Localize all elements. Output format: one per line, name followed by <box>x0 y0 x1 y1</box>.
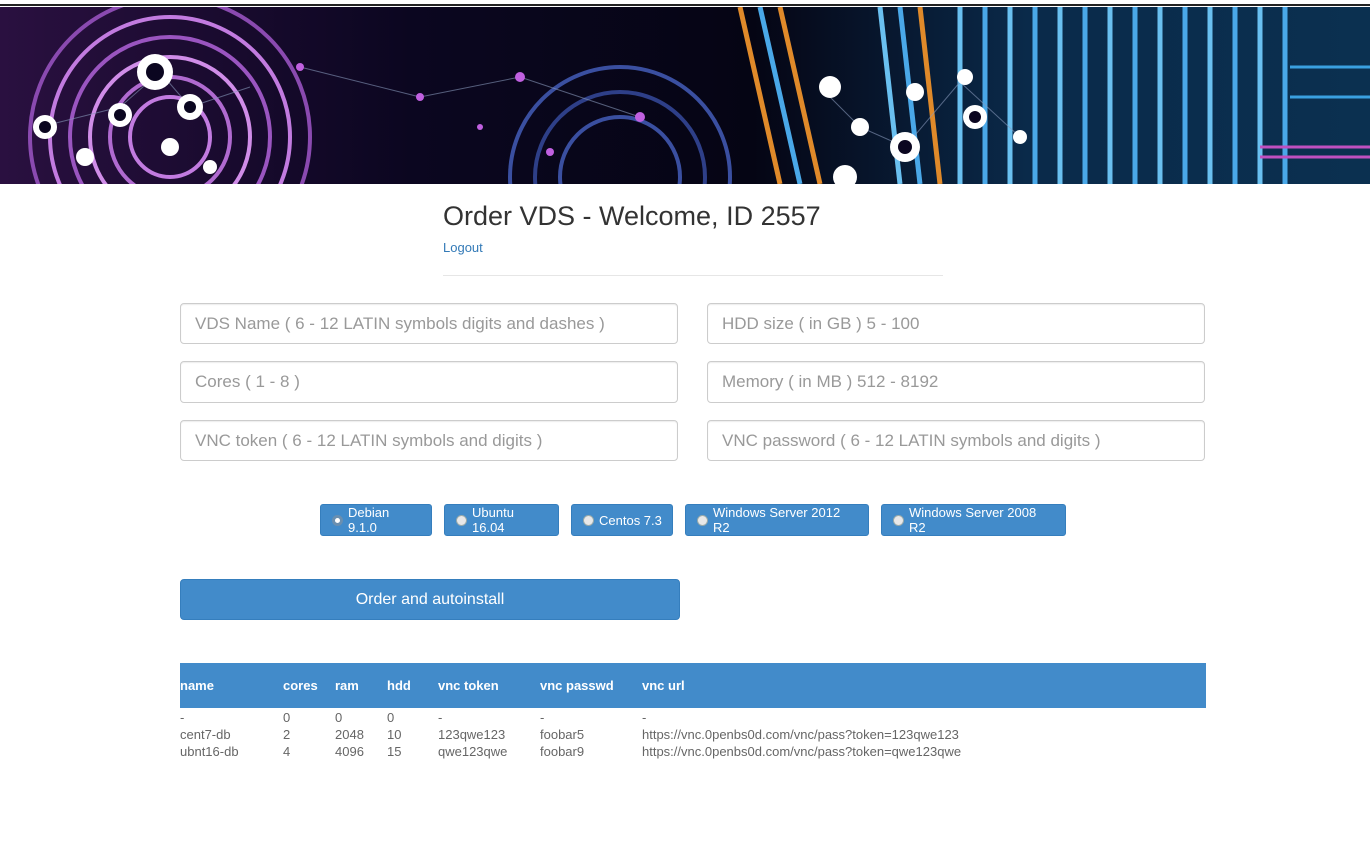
os-option-centos[interactable]: Centos 7.3 <box>571 504 673 536</box>
cell-vnc-passwd: - <box>540 710 545 725</box>
radio-icon[interactable] <box>893 514 904 526</box>
cell-ram: 0 <box>335 710 343 725</box>
os-option-debian[interactable]: Debian 9.1.0 <box>320 504 432 536</box>
os-option-label: Centos 7.3 <box>599 512 662 528</box>
cell-vnc-token: 123qwe123 <box>438 727 506 742</box>
memory-input[interactable] <box>707 361 1205 403</box>
column-header-name: name <box>180 678 214 693</box>
cell-hdd: 15 <box>387 744 402 759</box>
vds-table: name cores ram hdd vnc token vnc passwd … <box>180 663 1206 760</box>
logout-link[interactable]: Logout <box>443 240 483 255</box>
radio-icon[interactable] <box>583 514 594 526</box>
vds-name-input[interactable] <box>180 303 678 344</box>
table-row: ubnt16-db 4 4096 15 qwe123qwe foobar9 ht… <box>180 743 1206 760</box>
radio-icon[interactable] <box>456 514 467 526</box>
cell-vnc-passwd: foobar5 <box>540 727 585 742</box>
cell-hdd: 0 <box>387 710 395 725</box>
table-row: cent7-db 2 2048 10 123qwe123 foobar5 htt… <box>180 726 1206 743</box>
cell-vnc-token: qwe123qwe <box>438 744 508 759</box>
os-option-label: Debian 9.1.0 <box>348 505 390 535</box>
header-banner-image <box>0 7 1370 184</box>
header-divider <box>443 275 943 276</box>
banner-network-graphic <box>0 7 1370 184</box>
table-header-row: name cores ram hdd vnc token vnc passwd … <box>180 663 1206 708</box>
radio-selected-icon[interactable] <box>332 514 343 526</box>
column-header-vnc-passwd: vnc passwd <box>540 678 614 693</box>
column-header-vnc-url: vnc url <box>642 678 685 693</box>
os-option-windows-2008[interactable]: Windows Server 2008 R2 <box>881 504 1066 536</box>
os-option-windows-2012[interactable]: Windows Server 2012 R2 <box>685 504 869 536</box>
top-bar <box>0 0 1370 7</box>
os-selector: Debian 9.1.0 Ubuntu 16.04 Centos 7.3 Win… <box>0 504 1370 536</box>
cell-ram: 4096 <box>335 744 364 759</box>
column-header-vnc-token: vnc token <box>438 678 499 693</box>
cell-name: - <box>180 710 185 725</box>
cell-vnc-passwd: foobar9 <box>540 744 585 759</box>
cell-vnc-url: https://vnc.0penbs0d.com/vnc/pass?token=… <box>642 744 962 759</box>
top-rule <box>0 4 1370 6</box>
cell-name: ubnt16-db <box>180 744 239 759</box>
cell-cores: 2 <box>283 727 291 742</box>
cell-cores: 0 <box>283 710 291 725</box>
column-header-hdd: hdd <box>387 678 411 693</box>
cell-vnc-token: - <box>438 710 443 725</box>
table-row: - 0 0 0 - - - <box>180 708 1206 726</box>
os-option-ubuntu[interactable]: Ubuntu 16.04 <box>444 504 559 536</box>
cell-vnc-url: https://vnc.0penbs0d.com/vnc/pass?token=… <box>642 727 959 742</box>
column-header-cores: cores <box>283 678 318 693</box>
vnc-token-input[interactable] <box>180 420 678 461</box>
column-header-ram: ram <box>335 678 359 693</box>
radio-icon[interactable] <box>697 514 708 526</box>
cell-vnc-url: - <box>642 710 647 725</box>
page-title: Order VDS - Welcome, ID 2557 <box>443 201 821 231</box>
vnc-password-input[interactable] <box>707 420 1205 461</box>
cell-ram: 2048 <box>335 727 364 742</box>
os-option-label: Windows Server 2012 R2 <box>713 505 841 535</box>
cell-name: cent7-db <box>180 727 231 742</box>
hdd-size-input[interactable] <box>707 303 1205 344</box>
os-option-label: Windows Server 2008 R2 <box>909 505 1037 535</box>
page-header: Order VDS - Welcome, ID 2557 Logout <box>443 198 943 257</box>
order-autoinstall-button[interactable]: Order and autoinstall <box>180 579 680 620</box>
os-option-label: Ubuntu 16.04 <box>472 505 514 535</box>
cores-input[interactable] <box>180 361 678 403</box>
cell-hdd: 10 <box>387 727 402 742</box>
cell-cores: 4 <box>283 744 291 759</box>
